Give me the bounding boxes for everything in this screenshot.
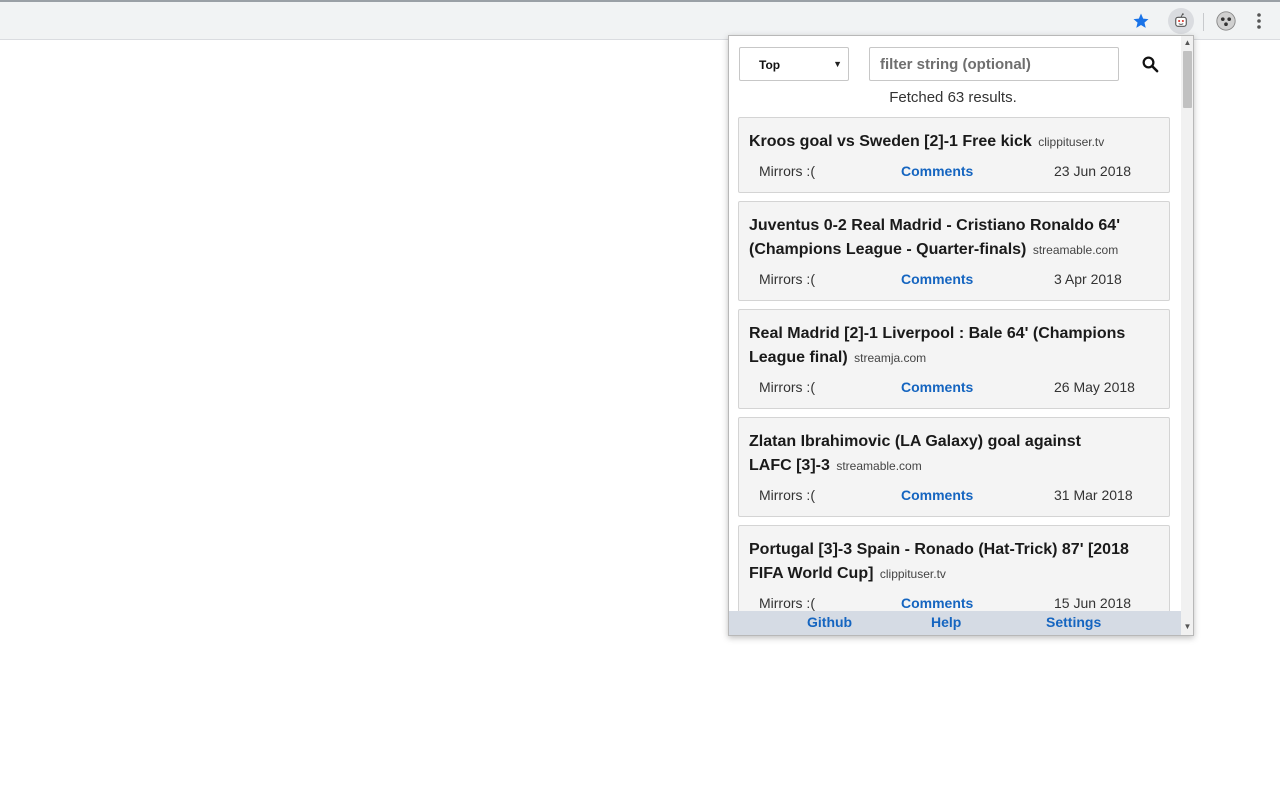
result-date: 15 Jun 2018: [1054, 595, 1132, 611]
result-card: Juventus 0-2 Real Madrid - Cristiano Ron…: [738, 201, 1170, 301]
mirrors-label: Mirrors :(: [759, 271, 815, 287]
popup-scrollbar[interactable]: ▲ ▼: [1181, 36, 1193, 635]
mirrors-label: Mirrors :(: [759, 487, 815, 503]
scroll-down-arrow-icon[interactable]: ▼: [1181, 622, 1193, 632]
scroll-up-arrow-icon[interactable]: ▲: [1181, 38, 1193, 48]
result-meta: Mirrors :( Comments 23 Jun 2018: [739, 163, 1171, 183]
result-meta: Mirrors :( Comments 3 Apr 2018: [739, 271, 1171, 291]
result-meta: Mirrors :( Comments 15 Jun 2018: [739, 595, 1171, 612]
result-title: Portugal [3]-3 Spain - Ronado (Hat-Trick…: [749, 538, 1164, 586]
result-title: Kroos goal vs Sweden [2]-1 Free kick cli…: [749, 130, 1164, 154]
comments-link[interactable]: Comments: [901, 271, 973, 287]
result-date: 3 Apr 2018: [1054, 271, 1122, 287]
filter-input[interactable]: [869, 47, 1119, 81]
result-title-link[interactable]: Kroos goal vs Sweden [2]-1 Free kick: [749, 133, 1032, 150]
sort-select-value: Top: [759, 58, 781, 72]
result-domain: clippituser.tv: [879, 567, 946, 581]
sort-select[interactable]: Top ▼: [739, 47, 849, 81]
result-meta: Mirrors :( Comments 31 Mar 2018: [739, 487, 1171, 507]
result-card: Real Madrid [2]-1 Liverpool : Bale 64' (…: [738, 309, 1170, 409]
bookmark-star-icon[interactable]: [1129, 9, 1153, 33]
result-domain: streamja.com: [854, 351, 927, 365]
result-meta: Mirrors :( Comments 26 May 2018: [739, 379, 1171, 399]
search-icon: [1142, 56, 1159, 73]
result-domain: streamable.com: [836, 459, 922, 473]
settings-link[interactable]: Settings: [1046, 614, 1101, 630]
result-card: Kroos goal vs Sweden [2]-1 Free kick cli…: [738, 117, 1170, 193]
popup-footer: Github Help Settings: [729, 611, 1181, 635]
mirrors-label: Mirrors :(: [759, 595, 815, 611]
github-link[interactable]: Github: [807, 614, 852, 630]
result-title: Zlatan Ibrahimovic (LA Galaxy) goal agai…: [749, 430, 1119, 478]
reddit-extension-icon[interactable]: [1168, 8, 1194, 34]
controls-bar: Top ▼: [739, 47, 1171, 83]
result-domain: streamable.com: [1032, 243, 1119, 257]
result-date: 31 Mar 2018: [1054, 487, 1133, 503]
scrollbar-thumb[interactable]: [1183, 51, 1192, 108]
comments-link[interactable]: Comments: [901, 487, 973, 503]
comments-link[interactable]: Comments: [901, 163, 973, 179]
result-card: Zlatan Ibrahimovic (LA Galaxy) goal agai…: [738, 417, 1170, 517]
menu-kebab-icon[interactable]: [1247, 9, 1271, 33]
search-button[interactable]: [1139, 53, 1161, 75]
result-title: Real Madrid [2]-1 Liverpool : Bale 64' (…: [749, 322, 1164, 370]
fetch-status: Fetched 63 results.: [889, 89, 1017, 106]
comments-link[interactable]: Comments: [901, 595, 973, 611]
popup-content: Top ▼ Fetched 63 results. Kroos goal vs …: [729, 36, 1181, 612]
result-card: Portugal [3]-3 Spain - Ronado (Hat-Trick…: [738, 525, 1170, 612]
browser-toolbar: [0, 0, 1280, 40]
result-date: 26 May 2018: [1054, 379, 1135, 395]
toolbar-separator: [1203, 13, 1204, 31]
comments-link[interactable]: Comments: [901, 379, 973, 395]
avatar-icon[interactable]: [1214, 9, 1238, 33]
dropdown-arrow-icon: ▼: [833, 59, 842, 69]
extension-popup: Top ▼ Fetched 63 results. Kroos goal vs …: [728, 35, 1194, 636]
mirrors-label: Mirrors :(: [759, 379, 815, 395]
result-date: 23 Jun 2018: [1054, 163, 1132, 179]
help-link[interactable]: Help: [931, 614, 961, 630]
mirrors-label: Mirrors :(: [759, 163, 815, 179]
result-title-link[interactable]: Real Madrid [2]-1 Liverpool : Bale 64' (…: [749, 325, 1125, 366]
result-title: Juventus 0-2 Real Madrid - Cristiano Ron…: [749, 214, 1164, 262]
result-domain: clippituser.tv: [1038, 135, 1105, 149]
